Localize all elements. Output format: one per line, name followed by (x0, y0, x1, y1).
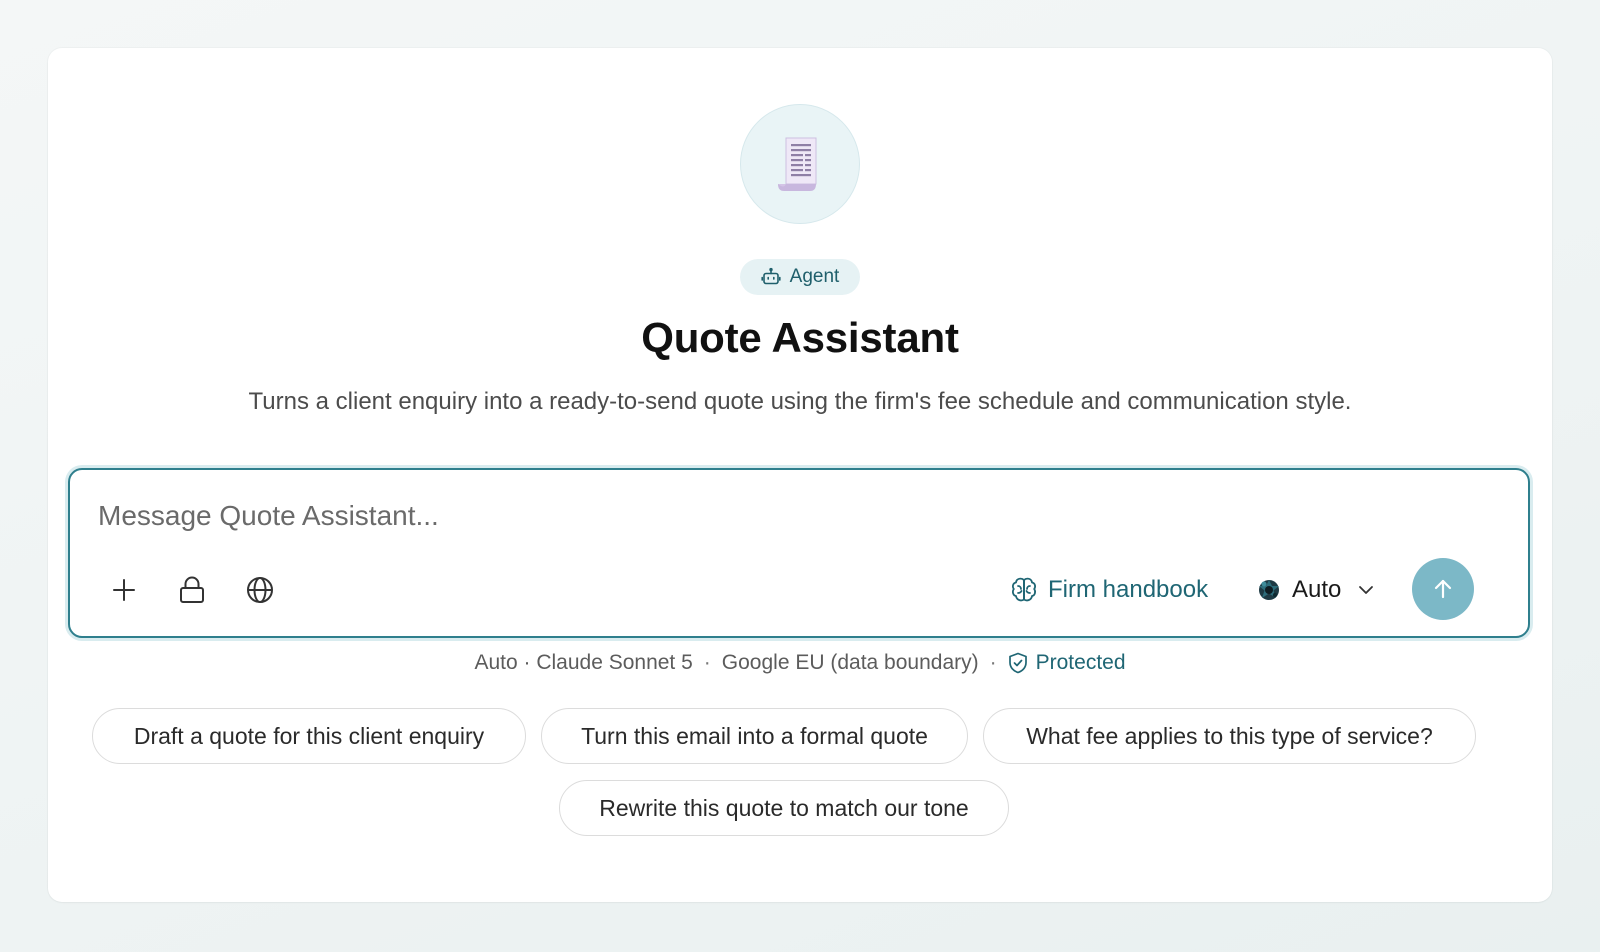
message-composer: Firm handbook Auto (68, 468, 1530, 638)
firm-handbook-label: Firm handbook (1048, 576, 1209, 603)
protected-label: Protected (1035, 651, 1126, 674)
data-region: Google EU (data boundary) (721, 651, 979, 674)
private-mode-button[interactable] (170, 568, 214, 612)
web-search-button[interactable] (238, 568, 282, 612)
suggestion-label: Draft a quote for this client enquiry (133, 722, 485, 749)
page-title: Quote Assistant (641, 314, 959, 361)
suggestion-label: Turn this email into a formal quote (581, 722, 928, 749)
firm-handbook-button[interactable]: Firm handbook (1010, 568, 1208, 612)
agent-badge-label: Agent (789, 266, 840, 287)
message-input[interactable] (98, 494, 998, 538)
suggestion-chip[interactable]: Rewrite this quote to match our tone (559, 780, 1009, 836)
model-status-line: Auto · Claude Sonnet 5 · Google EU (data… (48, 651, 1552, 675)
send-button[interactable] (1412, 558, 1474, 620)
suggestion-label: Rewrite this quote to match our tone (599, 794, 969, 821)
brain-icon (1010, 576, 1038, 604)
lock-icon (179, 576, 205, 604)
model-selector-label: Auto (1292, 576, 1342, 603)
suggestion-label: What fee applies to this type of service… (1026, 722, 1433, 749)
robot-icon (761, 267, 781, 287)
agent-avatar (740, 104, 860, 224)
arrow-up-icon (1431, 577, 1455, 601)
protected-status: Protected (1008, 651, 1126, 675)
shield-check-icon (1008, 652, 1028, 674)
separator-dot: · (989, 651, 997, 674)
plus-icon (112, 578, 136, 602)
model-selector[interactable]: Auto (1256, 568, 1375, 612)
globe-icon (246, 576, 274, 604)
add-attachment-button[interactable] (102, 568, 146, 612)
suggestion-chip[interactable]: Turn this email into a formal quote (541, 708, 968, 764)
separator-dot: · (703, 651, 711, 674)
chevron-down-icon (1357, 581, 1375, 599)
model-status: Auto · Claude Sonnet 5 (474, 651, 693, 674)
agent-badge: Agent (740, 259, 860, 295)
suggestion-chip[interactable]: What fee applies to this type of service… (983, 708, 1476, 764)
agent-card: Agent Quote Assistant Turns a client enq… (48, 48, 1552, 902)
model-logo-icon (1256, 577, 1282, 603)
receipt-icon (774, 134, 826, 194)
agent-description: Turns a client enquiry into a ready-to-s… (248, 388, 1352, 415)
suggestion-chip[interactable]: Draft a quote for this client enquiry (92, 708, 526, 764)
